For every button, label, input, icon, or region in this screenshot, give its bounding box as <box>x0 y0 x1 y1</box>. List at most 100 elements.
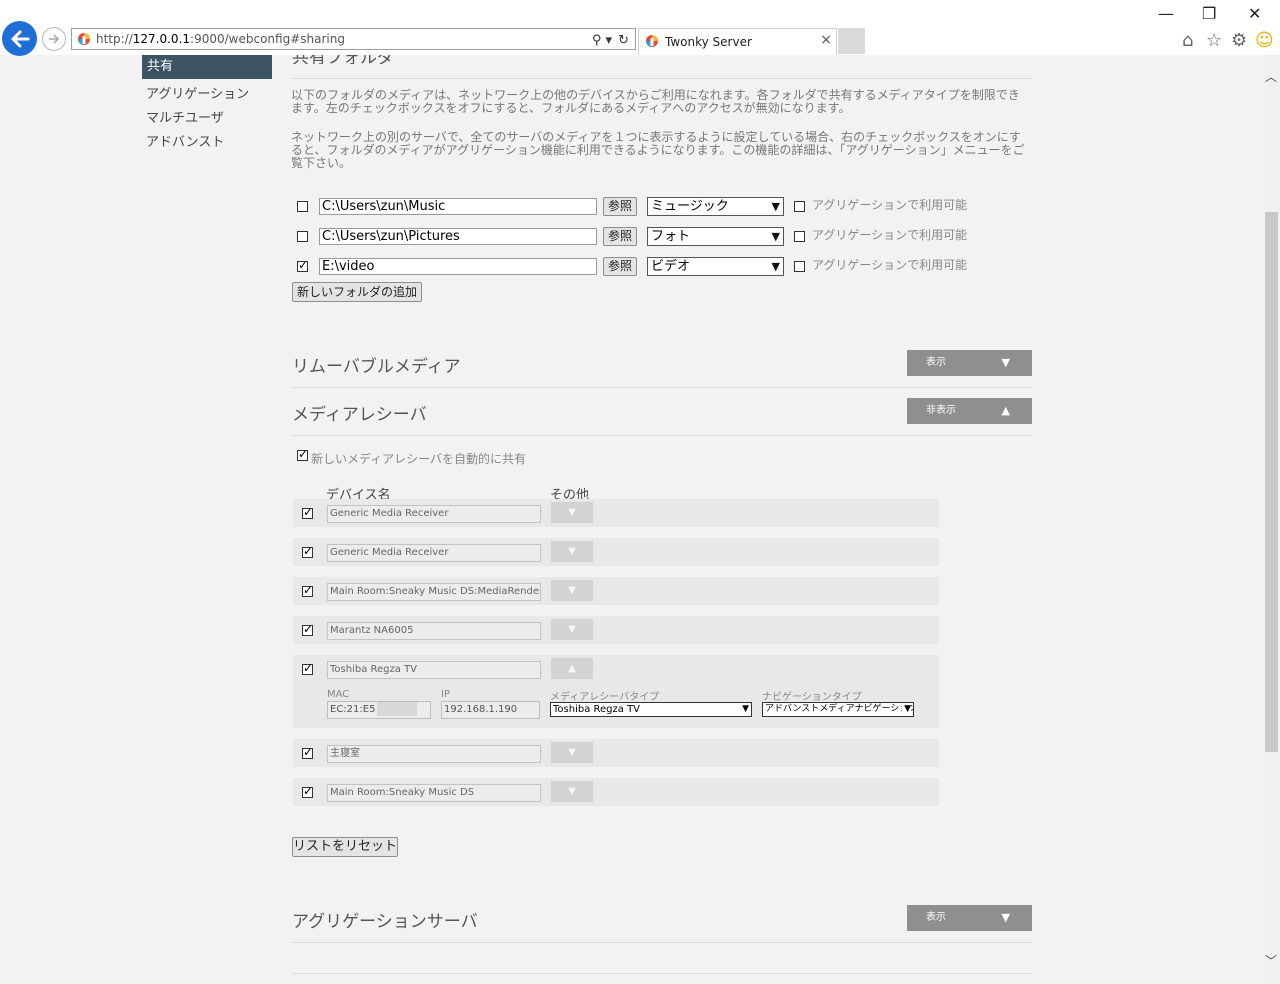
chevron-down-icon: ▼ <box>568 747 576 758</box>
tab-close-icon[interactable]: × <box>820 32 832 48</box>
divider <box>292 435 1032 436</box>
auto-share-label: 新しいメディアレシーバを自動的に共有 <box>311 452 527 466</box>
device-7-expand-button[interactable]: ▼ <box>551 781 593 802</box>
mac-field: EC:21:E5 <box>327 701 431 719</box>
device-2-checkbox[interactable] <box>302 544 313 558</box>
auto-share-checkbox[interactable] <box>297 447 308 461</box>
minimize-button[interactable]: — <box>1158 4 1174 23</box>
address-bar[interactable]: http://127.0.0.1:9000/webconfig#sharing … <box>71 28 636 50</box>
mac-label: MAC <box>327 689 350 700</box>
media-receivers-title: メディアレシーバ <box>292 405 427 425</box>
folder-2-type-select[interactable]: フォト ▼ <box>647 227 784 246</box>
search-icon[interactable]: ⚲ ▾ <box>592 31 612 51</box>
sidebar-item-sharing[interactable]: 共有 <box>142 55 272 79</box>
chevron-down-icon: ▼ <box>568 786 576 797</box>
divider <box>292 78 1032 79</box>
device-2-name-field[interactable]: Generic Media Receiver <box>327 544 541 562</box>
chevron-down-icon: ▼ <box>1001 911 1010 924</box>
device-1-name-field[interactable]: Generic Media Receiver <box>327 505 541 523</box>
scroll-down-icon[interactable]: ﹀ <box>1265 952 1277 969</box>
folder-3-browse-button[interactable]: 参照 <box>603 257 637 276</box>
device-4-expand-button[interactable]: ▼ <box>551 619 593 640</box>
sidebar-item-multiuser[interactable]: マルチユーザ <box>146 107 224 126</box>
device-4-name-field[interactable]: Marantz NA6005 <box>327 622 541 640</box>
aggregation-server-toggle-button[interactable]: 表示 ▼ <box>907 905 1032 931</box>
chevron-down-icon: ▼ <box>568 624 576 635</box>
device-3-checkbox[interactable] <box>302 583 313 597</box>
device-5-name-field[interactable]: Toshiba Regza TV <box>327 661 541 679</box>
url-text: http://127.0.0.1:9000/webconfig#sharing <box>96 32 345 46</box>
folder-3-checkbox[interactable] <box>297 258 308 272</box>
device-7-name-field[interactable]: Main Room:Sneaky Music DS <box>327 784 541 802</box>
twonky-favicon-icon <box>78 33 90 45</box>
ip-field: 192.168.1.190 <box>441 701 540 719</box>
sidebar-item-aggregation[interactable]: アグリゲーション <box>146 83 249 102</box>
folder-1-type-select[interactable]: ミュージック ▼ <box>647 197 784 216</box>
chevron-down-icon: ▼ <box>568 507 576 518</box>
tab-twonky-server[interactable]: Twonky Server × <box>638 28 837 55</box>
shared-folders-description: 以下のフォルダのメディアは、ネットワーク上の他のデバイスからご利用になれます。各… <box>291 88 1020 115</box>
removable-media-toggle-button[interactable]: 表示 ▼ <box>907 350 1032 376</box>
folder-1-checkbox[interactable] <box>297 201 308 212</box>
chevron-down-icon: ▼ <box>771 200 780 213</box>
device-4-checkbox[interactable] <box>302 622 313 636</box>
chevron-down-icon: ▼ <box>568 585 576 596</box>
folder-2-path-input[interactable]: C:\Users\zun\Pictures <box>319 228 597 245</box>
device-3-name-field[interactable]: Main Room:Sneaky Music DS:MediaRenderer <box>327 583 541 601</box>
device-7-checkbox[interactable] <box>302 784 313 798</box>
chevron-down-icon: ▼ <box>771 260 780 273</box>
smiley-icon[interactable]: ☺ <box>1255 30 1274 51</box>
device-3-expand-button[interactable]: ▼ <box>551 580 593 601</box>
scroll-up-icon[interactable]: ︿ <box>1265 68 1277 85</box>
device-2-expand-button[interactable]: ▼ <box>551 541 593 562</box>
device-6-name-field[interactable]: 主寝室 <box>327 745 541 763</box>
folder-3-type-select[interactable]: ビデオ ▼ <box>647 257 784 276</box>
media-receivers-toggle-button[interactable]: 非表示 ▲ <box>907 398 1032 424</box>
restore-button[interactable]: ❐ <box>1202 4 1216 23</box>
reset-list-button[interactable]: リストをリセット <box>292 837 398 857</box>
folder-3-aggregation-checkbox[interactable] <box>794 261 805 272</box>
chevron-down-icon: ▼ <box>568 546 576 557</box>
back-button[interactable] <box>2 21 37 56</box>
device-5-checkbox[interactable] <box>302 661 313 675</box>
aggregation-server-title: アグリゲーションサーバ <box>292 912 478 932</box>
add-folder-button[interactable]: 新しいフォルダの追加 <box>292 282 422 302</box>
device-6-expand-button[interactable]: ▼ <box>551 742 593 763</box>
forward-button[interactable] <box>42 27 66 51</box>
folder-3-path-input[interactable]: E:\video <box>319 258 597 275</box>
device-1-expand-button[interactable]: ▼ <box>551 502 593 523</box>
star-icon[interactable]: ☆ <box>1206 30 1222 51</box>
home-icon[interactable]: ⌂ <box>1182 30 1193 51</box>
ip-label: IP <box>441 689 450 700</box>
nav-type-select[interactable]: アドバンストメディアナビゲーション ▼ <box>762 702 914 717</box>
chevron-down-icon: ▼ <box>742 704 749 714</box>
refresh-icon[interactable]: ↻ <box>618 31 629 51</box>
folder-1-browse-button[interactable]: 参照 <box>603 197 637 216</box>
folder-2-aggregation-label: アグリゲーションで利用可能 <box>812 228 968 242</box>
receiver-type-label: メディアレシーバタイプ <box>550 692 660 703</box>
aggregation-description: ネットワーク上の別のサーバで、全てのサーバのメディアを１つに表示するように設定し… <box>291 130 1025 170</box>
folder-2-aggregation-checkbox[interactable] <box>794 231 805 242</box>
device-1-checkbox[interactable] <box>302 505 313 519</box>
receiver-type-select[interactable]: Toshiba Regza TV ▼ <box>550 702 752 717</box>
twonky-favicon-icon <box>646 35 658 47</box>
divider <box>292 942 1032 943</box>
folder-2-browse-button[interactable]: 参照 <box>603 227 637 246</box>
sidebar-item-advanced[interactable]: アドバンスト <box>146 131 224 150</box>
gear-icon[interactable]: ⚙ <box>1231 30 1247 51</box>
arrow-right-icon <box>49 34 60 44</box>
chevron-down-icon: ▼ <box>902 703 911 716</box>
new-tab-button[interactable] <box>838 28 865 54</box>
redacted-block <box>377 702 418 716</box>
shared-folders-title: 共有フォルダ <box>292 55 394 64</box>
close-window-button[interactable]: ✕ <box>1248 4 1261 23</box>
folder-1-path-input[interactable]: C:\Users\zun\Music <box>319 198 597 215</box>
device-5-collapse-button[interactable]: ▲ <box>551 658 593 679</box>
divider <box>292 973 1032 974</box>
browser-chrome: http://127.0.0.1:9000/webconfig#sharing … <box>0 0 1280 56</box>
chevron-down-icon: ▼ <box>771 230 780 243</box>
device-6-checkbox[interactable] <box>302 745 313 759</box>
folder-2-checkbox[interactable] <box>297 231 308 242</box>
scrollbar-thumb[interactable] <box>1265 212 1278 752</box>
folder-1-aggregation-checkbox[interactable] <box>794 201 805 212</box>
